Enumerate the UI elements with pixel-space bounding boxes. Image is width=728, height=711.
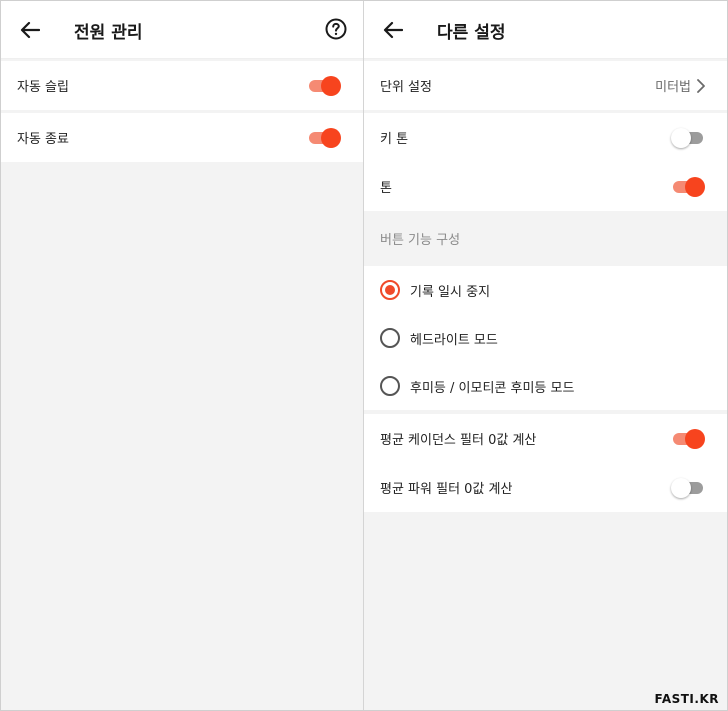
avg-power-zero-toggle[interactable] (671, 477, 705, 499)
unit-setting-value[interactable]: 미터법 (655, 61, 705, 110)
key-tone-row: 키 톤 (364, 113, 727, 162)
radio-button[interactable] (380, 376, 400, 396)
radio-pause-recording[interactable]: 기록 일시 중지 (364, 266, 727, 314)
unit-setting-row[interactable]: 단위 설정 미터법 (364, 61, 727, 110)
auto-sleep-label: 자동 슬립 (17, 80, 69, 95)
watermark: FASTI.KR (654, 692, 719, 706)
arrow-left-icon (20, 21, 40, 39)
avg-power-zero-label: 평균 파워 필터 0값 계산 (380, 482, 513, 497)
avg-cadence-zero-label: 평균 케이던스 필터 0값 계산 (380, 433, 537, 448)
key-tone-toggle[interactable] (671, 127, 705, 149)
auto-shutdown-toggle[interactable] (307, 127, 341, 149)
avg-cadence-zero-row: 평균 케이던스 필터 0값 계산 (364, 414, 727, 463)
auto-sleep-toggle[interactable] (307, 75, 341, 97)
radio-label: 기록 일시 중지 (410, 284, 491, 300)
page-title: 다른 설정 (437, 23, 506, 43)
back-button[interactable] (378, 15, 408, 45)
tone-row: 톤 (364, 162, 727, 211)
app-bar: 다른 설정 (364, 1, 727, 59)
chevron-right-icon (697, 78, 705, 93)
auto-shutdown-label: 자동 종료 (17, 132, 69, 147)
radio-label: 후미등 / 이모티콘 후미등 모드 (410, 380, 575, 396)
radio-headlight-mode[interactable]: 헤드라이트 모드 (364, 314, 727, 362)
other-settings-screen: 다른 설정 단위 설정 미터법 키 톤 톤 버튼 기능 구성 기록 일시 중지 … (364, 1, 727, 710)
power-management-screen: 전원 관리 자동 슬립 자동 종료 (1, 1, 364, 710)
radio-button[interactable] (380, 280, 400, 300)
app-bar: 전원 관리 (1, 1, 363, 59)
avg-power-zero-row: 평균 파워 필터 0값 계산 (364, 463, 727, 512)
page-title: 전원 관리 (74, 23, 143, 43)
unit-value-text: 미터법 (655, 80, 691, 95)
avg-cadence-zero-toggle[interactable] (671, 428, 705, 450)
unit-setting-label: 단위 설정 (380, 80, 432, 95)
radio-button[interactable] (380, 328, 400, 348)
screen-frame: 전원 관리 자동 슬립 자동 종료 다른 설정 단위 설정 미터법 키 톤 톤 … (0, 0, 728, 711)
auto-shutdown-row: 자동 종료 (1, 113, 363, 162)
help-icon[interactable] (325, 18, 347, 40)
radio-label: 헤드라이트 모드 (410, 332, 498, 348)
arrow-left-icon (383, 21, 403, 39)
radio-taillight-mode[interactable]: 후미등 / 이모티콘 후미등 모드 (364, 362, 727, 410)
button-config-header: 버튼 기능 구성 (364, 211, 727, 266)
auto-sleep-row: 자동 슬립 (1, 61, 363, 110)
back-button[interactable] (15, 15, 45, 45)
tone-label: 톤 (380, 181, 392, 196)
key-tone-label: 키 톤 (380, 132, 409, 147)
tone-toggle[interactable] (671, 176, 705, 198)
